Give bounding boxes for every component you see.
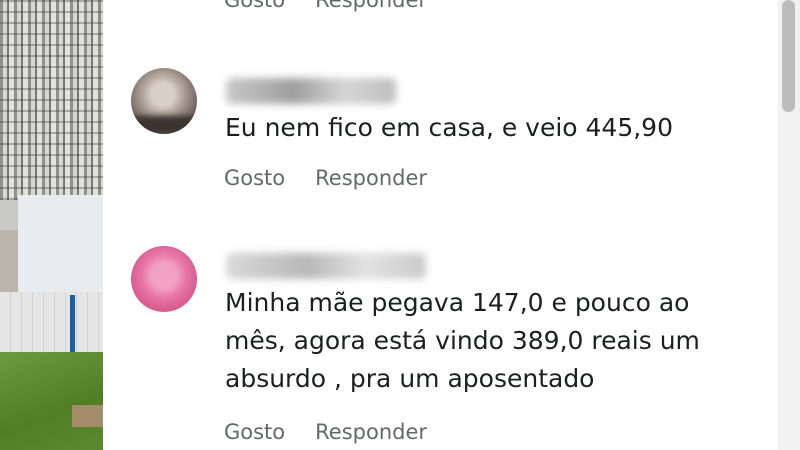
photo-power-lines	[0, 0, 103, 200]
photo-building	[18, 195, 103, 300]
photo-fence	[0, 292, 103, 354]
photo-grass	[0, 352, 103, 450]
photo-rock	[72, 405, 103, 427]
comment-actions: Gosto Responder	[224, 166, 427, 190]
background-photo	[0, 0, 103, 450]
avatar[interactable]	[131, 246, 197, 312]
previous-comment-actions: Gosto Responder	[224, 0, 427, 12]
comment-text-line: absurdo , pra um aposentado	[225, 364, 595, 393]
avatar[interactable]	[131, 68, 197, 134]
author-name-blurred	[226, 253, 426, 279]
like-button[interactable]: Gosto	[224, 420, 285, 444]
like-button[interactable]: Gosto	[224, 166, 285, 190]
photo-side-wall	[0, 230, 20, 300]
author-name-blurred	[226, 78, 396, 104]
photo-blue-pole	[70, 295, 75, 355]
comment-actions: Gosto Responder	[224, 420, 427, 444]
reply-button[interactable]: Responder	[315, 420, 427, 444]
comment-text-line: mês, agora está vindo 389,0 reais um	[225, 326, 700, 355]
scrollbar-thumb[interactable]	[782, 0, 795, 112]
reply-button[interactable]: Responder	[315, 0, 427, 12]
reply-button[interactable]: Responder	[315, 166, 427, 190]
comment-text-line: Minha mãe pegava 147,0 e pouco ao	[225, 288, 690, 317]
like-button[interactable]: Gosto	[224, 0, 285, 12]
comment-text: Eu nem fico em casa, e veio 445,90	[225, 113, 673, 142]
